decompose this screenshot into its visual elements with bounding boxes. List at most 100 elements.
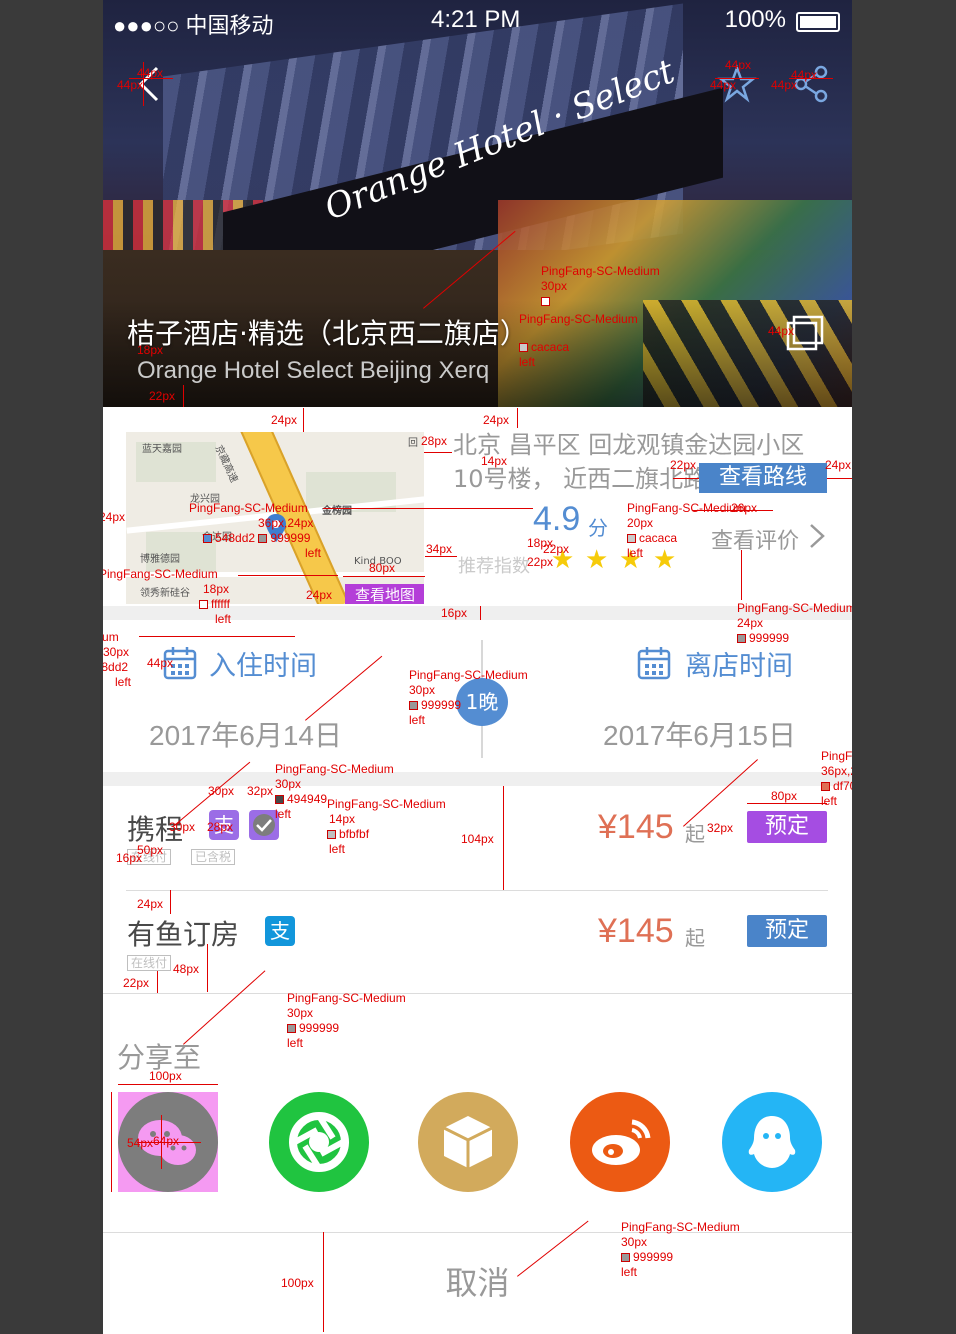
hotel-name-en: Orange Hotel Select Beijing Xerq bbox=[137, 357, 490, 384]
annotation: 32px bbox=[247, 784, 274, 798]
provider-price: ¥145 bbox=[598, 808, 674, 846]
map-label: 领秀新硅谷 bbox=[140, 588, 190, 599]
phone-screen: Orange Hotel · Select ●●●○○ 中国移动 4:21 PM… bbox=[103, 0, 852, 1334]
map-label: 金榜园 bbox=[322, 506, 352, 517]
annotation: PingFang-SC-Medium bbox=[327, 797, 446, 811]
checkmark-icon bbox=[249, 810, 279, 840]
star-icon: ★ bbox=[585, 545, 609, 575]
book-button[interactable]: 预定 bbox=[747, 811, 827, 843]
annotation: cacaca bbox=[627, 531, 677, 546]
view-reviews-link[interactable]: 查看评价 bbox=[711, 523, 799, 555]
recommend-label: 推荐指数 bbox=[458, 556, 530, 577]
back-arrow-icon[interactable] bbox=[129, 62, 173, 106]
calendar-icon bbox=[163, 647, 197, 680]
moments-icon[interactable] bbox=[269, 1092, 369, 1192]
row-divider bbox=[126, 890, 828, 891]
star-icon: ★ bbox=[551, 545, 575, 575]
view-map-button[interactable]: 查看地图 bbox=[345, 584, 424, 604]
share-icon[interactable] bbox=[789, 62, 833, 106]
checkin-title: 入住时间 bbox=[209, 651, 317, 682]
alipay-icon: 支 bbox=[209, 810, 239, 840]
annotation: left bbox=[409, 713, 426, 727]
annotation: 548dd2 bbox=[103, 660, 128, 675]
annotation: left bbox=[821, 794, 838, 808]
share-title: 分享至 bbox=[117, 1041, 202, 1074]
annotation: 26px bbox=[731, 501, 758, 515]
payment-tag: 在线付 bbox=[127, 849, 172, 865]
payment-tag: 在线付 bbox=[127, 955, 172, 971]
provider-name: 有鱼订房 bbox=[127, 918, 240, 951]
clock: 4:21 PM bbox=[431, 6, 521, 33]
map-label: 京藏高速 bbox=[212, 443, 240, 485]
section-divider bbox=[103, 772, 852, 786]
box-icon[interactable] bbox=[418, 1092, 518, 1192]
annotation: 104px bbox=[461, 832, 494, 846]
cancel-divider bbox=[103, 1232, 852, 1233]
chevron-right-icon[interactable] bbox=[807, 523, 827, 549]
annotation: 80px bbox=[771, 789, 798, 803]
calendar-icon bbox=[637, 647, 671, 680]
carrier-label: ●●●○○ 中国移动 bbox=[113, 13, 274, 38]
annotation: 24px bbox=[483, 413, 510, 427]
annotation: 28px bbox=[421, 434, 448, 448]
annotation: PingFang-SC-Medium bbox=[627, 501, 746, 515]
checkin-date[interactable]: 2017年6月14日 bbox=[149, 714, 342, 754]
annotation: 30px bbox=[208, 784, 235, 798]
annotation: PingFang-SC-Medium bbox=[103, 630, 119, 644]
rating-score: 4.9 bbox=[533, 500, 581, 538]
book-button[interactable]: 预定 bbox=[747, 915, 827, 947]
map-label: Kind BOO bbox=[354, 556, 402, 567]
annotation: 999999 bbox=[409, 698, 461, 713]
price-unit: 起 bbox=[685, 822, 705, 846]
annotation: left bbox=[115, 675, 132, 689]
rating-stars: ★ ★ ★ ★ bbox=[551, 547, 679, 573]
tax-tag: 已含税 bbox=[191, 849, 236, 865]
annotation: left bbox=[287, 1036, 304, 1050]
price-unit: 起 bbox=[685, 926, 705, 950]
annotation: 48px bbox=[173, 962, 200, 976]
annotation: 22px bbox=[123, 976, 150, 990]
checkout-date[interactable]: 2017年6月15日 bbox=[603, 714, 796, 754]
gallery-icon[interactable] bbox=[782, 313, 826, 357]
weibo-icon[interactable] bbox=[570, 1092, 670, 1192]
favorite-star-icon[interactable] bbox=[715, 62, 759, 106]
annotation: 24px bbox=[137, 897, 164, 911]
annotation: 30px bbox=[103, 645, 130, 659]
map-label: 龙兴园 bbox=[190, 494, 220, 505]
map-label: 蓝天嘉园 bbox=[142, 444, 182, 455]
annotation: bfbfbf bbox=[327, 827, 369, 842]
annotation: 32px bbox=[707, 821, 734, 835]
provider-price: ¥145 bbox=[598, 912, 674, 950]
annotation: 24px bbox=[103, 510, 126, 524]
checkout-title: 离店时间 bbox=[685, 651, 793, 682]
annotation: 494949 bbox=[275, 792, 327, 807]
alipay-icon: 支 bbox=[265, 916, 295, 946]
annotation: 30px bbox=[409, 683, 436, 697]
annotation: 30px bbox=[287, 1006, 314, 1020]
annotation: 999999 bbox=[287, 1021, 339, 1036]
view-route-button[interactable]: 查看路线 bbox=[699, 463, 827, 493]
annotation: 24px bbox=[271, 413, 298, 427]
annotation: 34px bbox=[426, 542, 453, 556]
star-icon: ★ bbox=[653, 545, 677, 575]
map-label: 金达园 bbox=[202, 532, 232, 543]
star-icon: ★ bbox=[619, 545, 643, 575]
rating-unit: 分 bbox=[588, 516, 608, 540]
map-pin-icon bbox=[266, 514, 286, 542]
map-label: 回 bbox=[408, 438, 418, 449]
annotation: 20px bbox=[627, 516, 654, 530]
annotation: PingFang-SC-Medium bbox=[821, 749, 852, 763]
cancel-button[interactable]: 取消 bbox=[103, 1258, 852, 1304]
map-thumbnail[interactable]: 蓝天嘉园 回 龙兴园 金达园 博雅德园 领秀新硅谷 金榜园 Kind BOO 京… bbox=[126, 432, 424, 604]
battery-icon bbox=[796, 12, 840, 32]
share-sheet-divider bbox=[103, 993, 852, 994]
qq-icon[interactable] bbox=[722, 1092, 822, 1192]
map-road bbox=[126, 572, 424, 577]
map-label: 博雅德园 bbox=[140, 554, 180, 565]
status-bar: ●●●○○ 中国移动 4:21 PM 100% bbox=[103, 0, 852, 42]
annotation: 30px bbox=[621, 1235, 648, 1249]
wechat-icon[interactable] bbox=[118, 1092, 218, 1192]
hotel-hero-image: Orange Hotel · Select ●●●○○ 中国移动 4:21 PM… bbox=[103, 0, 852, 407]
annotation: 22px bbox=[527, 555, 554, 569]
hotel-name: 桔子酒店·精选（北京西二旗店） bbox=[127, 317, 528, 350]
